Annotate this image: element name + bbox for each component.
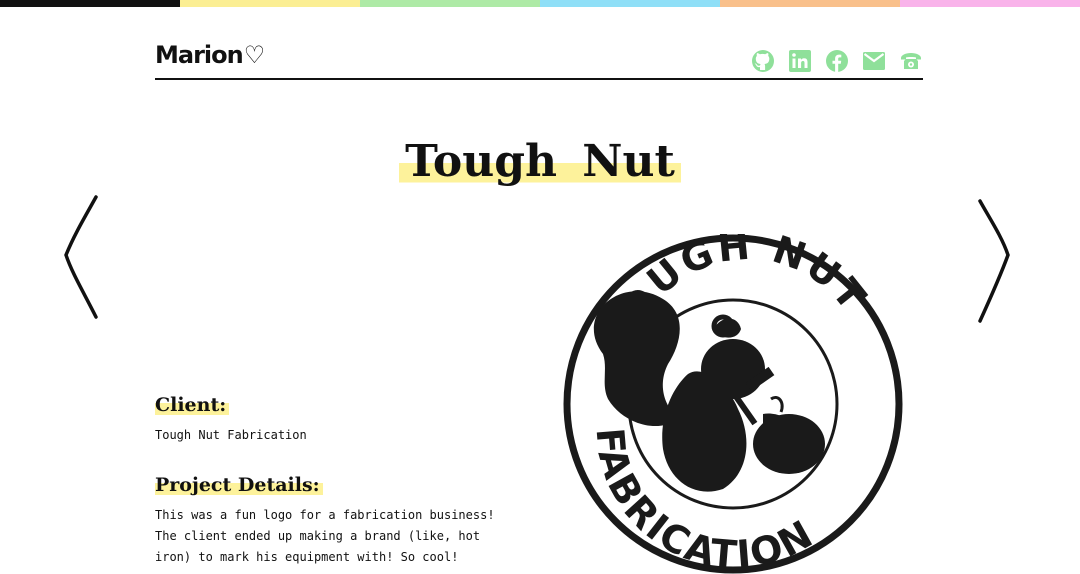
color-segment-green bbox=[360, 0, 540, 7]
site-logo[interactable]: Marion♡ bbox=[155, 38, 265, 72]
phone-icon[interactable] bbox=[899, 49, 923, 73]
heart-icon: ♡ bbox=[243, 41, 265, 69]
previous-arrow-icon[interactable] bbox=[58, 193, 104, 321]
social-links bbox=[751, 49, 923, 73]
color-segment-pink bbox=[900, 0, 1080, 7]
client-value: Tough Nut Fabrication bbox=[155, 428, 307, 442]
tough-nut-logo-image: TOUGH NUT FABRICATION bbox=[563, 234, 903, 574]
color-segment-blue bbox=[540, 0, 720, 7]
site-header: Marion♡ bbox=[155, 38, 923, 80]
email-icon[interactable] bbox=[862, 49, 886, 73]
linkedin-icon[interactable] bbox=[788, 49, 812, 73]
page-title: Tough Nut bbox=[399, 135, 681, 189]
color-segment-orange bbox=[720, 0, 900, 7]
project-details-label: Project Details: bbox=[155, 474, 323, 496]
top-color-bar bbox=[0, 0, 1080, 7]
color-segment-yellow bbox=[180, 0, 360, 7]
title-container: Tough Nut bbox=[0, 135, 1080, 189]
client-label: Client: bbox=[155, 394, 230, 416]
logo-text: Marion bbox=[155, 41, 244, 69]
github-icon[interactable] bbox=[751, 49, 775, 73]
color-segment-black bbox=[0, 0, 180, 7]
next-arrow-icon[interactable] bbox=[972, 197, 1018, 325]
facebook-icon[interactable] bbox=[825, 49, 849, 73]
project-details-text: This was a fun logo for a fabrication bu… bbox=[155, 508, 495, 564]
